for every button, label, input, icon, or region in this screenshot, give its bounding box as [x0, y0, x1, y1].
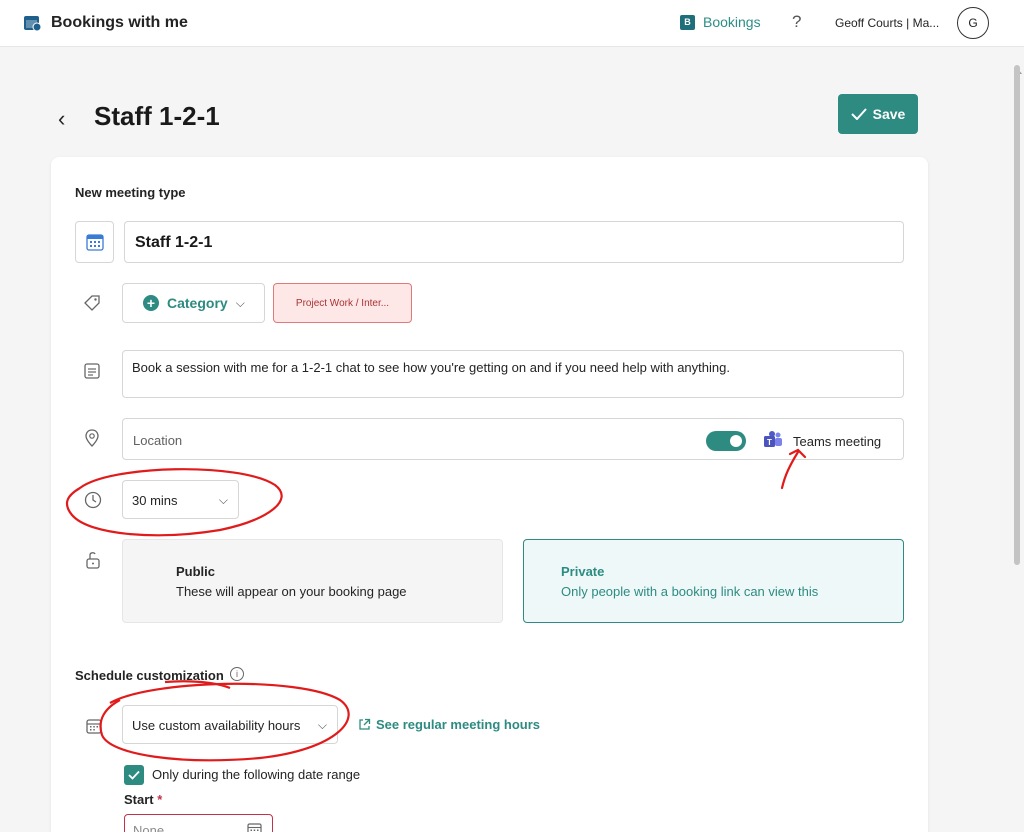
avatar[interactable]: G [957, 7, 989, 39]
location-placeholder: Location [133, 433, 183, 448]
meeting-icon-picker[interactable] [75, 221, 114, 263]
page-title: Staff 1-2-1 [94, 101, 220, 131]
scroll-thumb[interactable] [1014, 65, 1020, 565]
scrollbar[interactable] [1010, 47, 1024, 832]
category-button-label: Category [167, 295, 228, 311]
duration-value: 30 mins [132, 493, 178, 508]
teams-meeting-label: Teams meeting [793, 434, 882, 449]
start-date-placeholder: None [133, 823, 165, 832]
external-link-icon [359, 718, 371, 730]
date-range-checkbox[interactable] [124, 765, 144, 785]
info-icon[interactable]: i [230, 667, 244, 681]
user-name[interactable]: Geoff Courts | Ma... [835, 16, 939, 30]
calendar-grid-icon [86, 719, 102, 734]
public-title: Public [176, 564, 216, 579]
toggle-knob [730, 435, 742, 447]
availability-select[interactable]: Use custom availability hours ⌵ [122, 705, 338, 744]
location-pin-icon [85, 429, 99, 447]
teams-meeting-toggle[interactable] [706, 431, 746, 451]
save-button-label: Save [872, 106, 906, 122]
location-input[interactable]: Location T Teams meeting [122, 418, 904, 460]
date-range-label: Only during the following date range [152, 767, 361, 782]
save-button[interactable]: Save [838, 94, 918, 134]
category-button[interactable]: + Category ⌵ [122, 283, 265, 323]
visibility-private-option[interactable]: Private Only people with a booking link … [523, 539, 904, 623]
private-description: Only people with a booking link can view… [561, 584, 819, 599]
bookings-link-label: Bookings [703, 14, 761, 30]
calendar-icon [85, 234, 104, 251]
see-regular-hours-label: See regular meeting hours [376, 717, 540, 732]
meeting-name-input[interactable]: Staff 1-2-1 [124, 221, 904, 263]
bookings-link[interactable]: B Bookings [680, 14, 761, 30]
start-label: Start * [124, 792, 162, 807]
see-regular-hours-link[interactable]: See regular meeting hours [358, 717, 540, 732]
duration-select[interactable]: 30 mins ⌵ [122, 480, 239, 519]
back-icon[interactable]: ‹ [58, 106, 65, 132]
start-date-input[interactable]: None [124, 814, 273, 832]
top-bar: Bookings with me B Bookings ? Geoff Cour… [0, 0, 1024, 47]
public-description: These will appear on your booking page [176, 584, 407, 599]
chevron-down-icon: ⌵ [218, 493, 228, 507]
bookings-calendar-icon [24, 16, 42, 32]
app-title: Bookings with me [51, 14, 188, 31]
bookings-app-icon: B [680, 14, 695, 30]
clock-icon [84, 491, 102, 509]
tag-icon [84, 295, 100, 311]
checkmark-icon [850, 108, 867, 120]
required-mark: * [157, 792, 163, 807]
private-title: Private [561, 564, 605, 579]
plus-circle-icon: + [143, 295, 159, 311]
section-heading-new-meeting: New meeting type [75, 185, 186, 200]
description-input[interactable]: Book a session with me for a 1-2-1 chat … [122, 350, 904, 398]
notes-icon [84, 363, 100, 379]
start-label-text: Start [124, 792, 154, 807]
calendar-icon[interactable] [247, 822, 262, 832]
checkmark-icon [128, 770, 140, 780]
teams-icon: T [764, 431, 782, 447]
unlock-icon [86, 552, 100, 569]
schedule-customization-heading: Schedule customization [75, 668, 224, 683]
chevron-down-icon: ⌵ [235, 295, 245, 310]
svg-text:T: T [767, 438, 772, 447]
chevron-down-icon: ⌵ [317, 718, 327, 732]
availability-value: Use custom availability hours [132, 718, 301, 733]
category-tag[interactable]: Project Work / Inter... [273, 283, 412, 323]
help-icon[interactable]: ? [792, 12, 801, 32]
visibility-public-option[interactable]: Public These will appear on your booking… [122, 539, 503, 623]
